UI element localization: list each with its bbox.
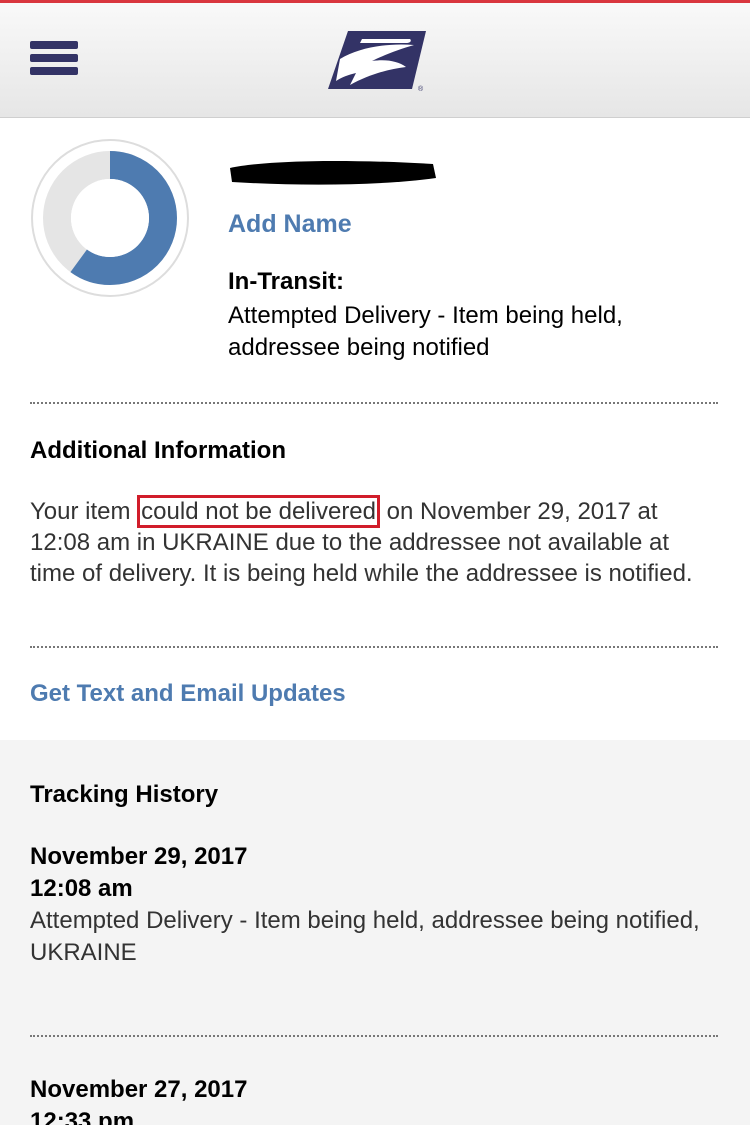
highlighted-phrase: could not be delivered <box>137 495 381 528</box>
event-description: Attempted Delivery - Item being held, ad… <box>30 907 700 934</box>
event-date: November 29, 2017 <box>30 843 248 870</box>
additional-info-title: Additional Information <box>30 437 286 464</box>
tracking-history-section: Tracking History November 29, 2017 12:08… <box>0 740 750 1125</box>
history-event: November 29, 2017 12:08 am Attempted Del… <box>30 841 720 969</box>
event-time: 12:08 am <box>30 875 133 902</box>
text-email-updates-link[interactable]: Get Text and Email Updates <box>30 680 346 708</box>
app-header: ® <box>0 3 750 118</box>
event-location: UKRAINE <box>30 939 137 966</box>
status-label: In-Transit: <box>228 268 345 295</box>
divider <box>30 646 718 648</box>
history-event: November 27, 2017 12:33 pm <box>30 1074 720 1125</box>
info-text-start: Your item <box>30 498 138 525</box>
event-date: November 27, 2017 <box>30 1076 248 1103</box>
svg-text:®: ® <box>418 85 424 93</box>
additional-info-text: Your item could not be delivered on Nove… <box>30 495 720 589</box>
package-summary: Add Name In-Transit: Attempted Delivery … <box>0 118 750 403</box>
add-name-link[interactable]: Add Name <box>228 210 352 239</box>
status-text: Attempted Delivery - Item being held, ad… <box>228 302 623 361</box>
usps-eagle-logo-icon[interactable]: ® <box>326 29 430 93</box>
redacted-tracking-number <box>230 160 436 185</box>
hamburger-menu-icon[interactable] <box>30 41 78 79</box>
event-time: 12:33 pm <box>30 1108 135 1125</box>
divider <box>30 402 718 404</box>
delivery-progress-ring <box>31 139 189 297</box>
divider <box>30 1035 718 1037</box>
tracking-history-title: Tracking History <box>30 781 219 808</box>
